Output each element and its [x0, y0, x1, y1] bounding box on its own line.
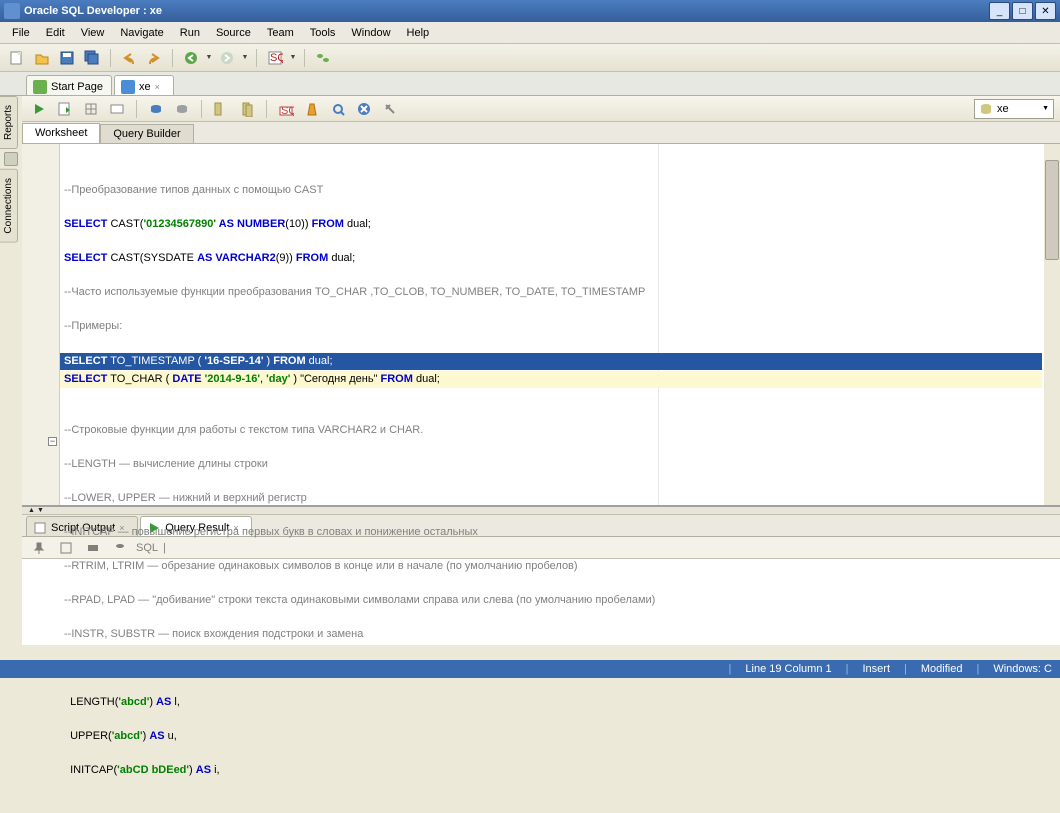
status-modified: Modified — [921, 663, 963, 675]
tab-worksheet[interactable]: Worksheet — [22, 123, 100, 143]
tab-close-icon[interactable]: × — [155, 82, 165, 92]
tab-xe[interactable]: xe × — [114, 75, 174, 95]
menu-source[interactable]: Source — [208, 25, 259, 41]
unshared-button[interactable] — [210, 98, 232, 120]
worksheet-toolbar: SQL xe ▼ — [22, 96, 1060, 122]
sql-file-icon — [121, 80, 135, 94]
sql-history-button[interactable] — [236, 98, 258, 120]
run-statement-button[interactable] — [28, 98, 50, 120]
forward-dropdown[interactable]: ▼ — [241, 54, 249, 61]
menu-run[interactable]: Run — [172, 25, 208, 41]
menu-navigate[interactable]: Navigate — [112, 25, 171, 41]
menu-team[interactable]: Team — [259, 25, 302, 41]
sidetab-reports[interactable]: Reports — [0, 96, 18, 149]
script-icon — [33, 521, 47, 535]
clear-button[interactable] — [301, 98, 323, 120]
sql-editor[interactable]: − --Преобразование типов данных с помощь… — [22, 144, 1060, 507]
connection-dropdown[interactable]: xe ▼ — [974, 99, 1054, 119]
tab-label: xe — [139, 81, 151, 93]
rollback-button[interactable] — [171, 98, 193, 120]
pin-button[interactable] — [28, 537, 50, 559]
tab-query-builder[interactable]: Query Builder — [100, 124, 193, 144]
autotrace-button[interactable] — [106, 98, 128, 120]
explain-plan-button[interactable] — [80, 98, 102, 120]
app-icon — [4, 3, 20, 19]
sql-worksheet-button[interactable]: SQL — [264, 47, 286, 69]
maximize-button[interactable]: □ — [1012, 2, 1033, 20]
back-dropdown[interactable]: ▼ — [205, 54, 213, 61]
redo-button[interactable] — [143, 47, 165, 69]
minimize-button[interactable]: _ — [989, 2, 1010, 20]
undo-button[interactable] — [118, 47, 140, 69]
trace-button[interactable] — [327, 98, 349, 120]
menu-tools[interactable]: Tools — [302, 25, 344, 41]
open-button[interactable] — [31, 47, 53, 69]
database-icon — [979, 102, 993, 116]
save-all-button[interactable] — [81, 47, 103, 69]
svg-text:SQL: SQL — [281, 105, 294, 117]
tab-label: Start Page — [51, 81, 103, 93]
code-area[interactable]: --Преобразование типов данных с помощью … — [60, 148, 1042, 813]
status-bar: | Line 19 Column 1 | Insert | Modified |… — [0, 660, 1060, 678]
menu-edit[interactable]: Edit — [38, 25, 73, 41]
sidetab-connections[interactable]: Connections — [0, 169, 18, 243]
menu-file[interactable]: File — [4, 25, 38, 41]
status-os: Windows: C — [993, 663, 1052, 675]
window-title: Oracle SQL Developer : xe — [24, 5, 989, 17]
start-page-icon — [33, 80, 47, 94]
cancel-button[interactable] — [353, 98, 375, 120]
fold-icon[interactable]: − — [48, 437, 57, 446]
document-tabs: Start Page xe × — [0, 72, 1060, 96]
menu-help[interactable]: Help — [399, 25, 438, 41]
gutter: − — [22, 144, 60, 505]
status-position: Line 19 Column 1 — [745, 663, 831, 675]
worksheet-tabs: Worksheet Query Builder — [22, 122, 1060, 144]
menu-window[interactable]: Window — [343, 25, 398, 41]
to-uppercase-button[interactable]: SQL — [275, 98, 297, 120]
back-button[interactable] — [180, 47, 202, 69]
main-toolbar: ▼ ▼ SQL ▼ — [0, 44, 1060, 72]
title-bar: Oracle SQL Developer : xe _ □ ✕ — [0, 0, 1060, 22]
svg-text:SQL: SQL — [270, 52, 283, 64]
tab-start-page[interactable]: Start Page — [26, 75, 112, 95]
forward-button[interactable] — [216, 47, 238, 69]
vertical-scrollbar[interactable] — [1044, 144, 1060, 505]
settings-button[interactable] — [379, 98, 401, 120]
connection-name: xe — [997, 103, 1009, 115]
dba-button[interactable] — [312, 47, 334, 69]
side-pin-icon-2[interactable] — [4, 152, 18, 166]
close-button[interactable]: ✕ — [1035, 2, 1056, 20]
save-button[interactable] — [56, 47, 78, 69]
side-panel: Reports Connections — [0, 76, 22, 246]
commit-button[interactable] — [145, 98, 167, 120]
run-script-button[interactable] — [54, 98, 76, 120]
sql-dropdown[interactable]: ▼ — [289, 54, 297, 61]
menu-bar: File Edit View Navigate Run Source Team … — [0, 22, 1060, 44]
new-button[interactable] — [6, 47, 28, 69]
menu-view[interactable]: View — [73, 25, 113, 41]
status-mode: Insert — [863, 663, 891, 675]
